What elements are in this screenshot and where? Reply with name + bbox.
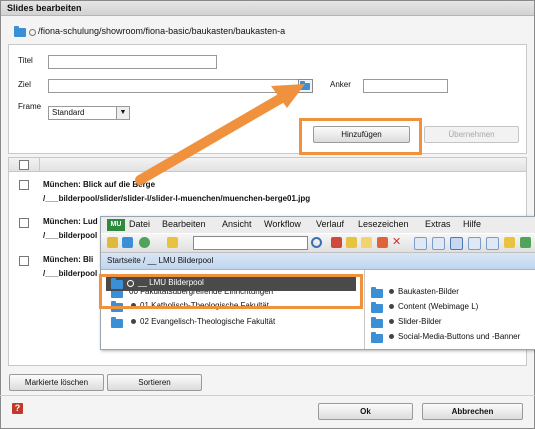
annotation-arrow-icon (135, 84, 305, 185)
help-icon[interactable]: ? (12, 403, 23, 414)
sortieren-button[interactable]: Sortieren (107, 374, 202, 391)
footer-divider (0, 395, 535, 396)
markierte-loeschen-button[interactable]: Markierte löschen (9, 374, 104, 391)
abbrechen-button[interactable]: Abbrechen (422, 403, 523, 420)
ok-button[interactable]: Ok (318, 403, 413, 420)
